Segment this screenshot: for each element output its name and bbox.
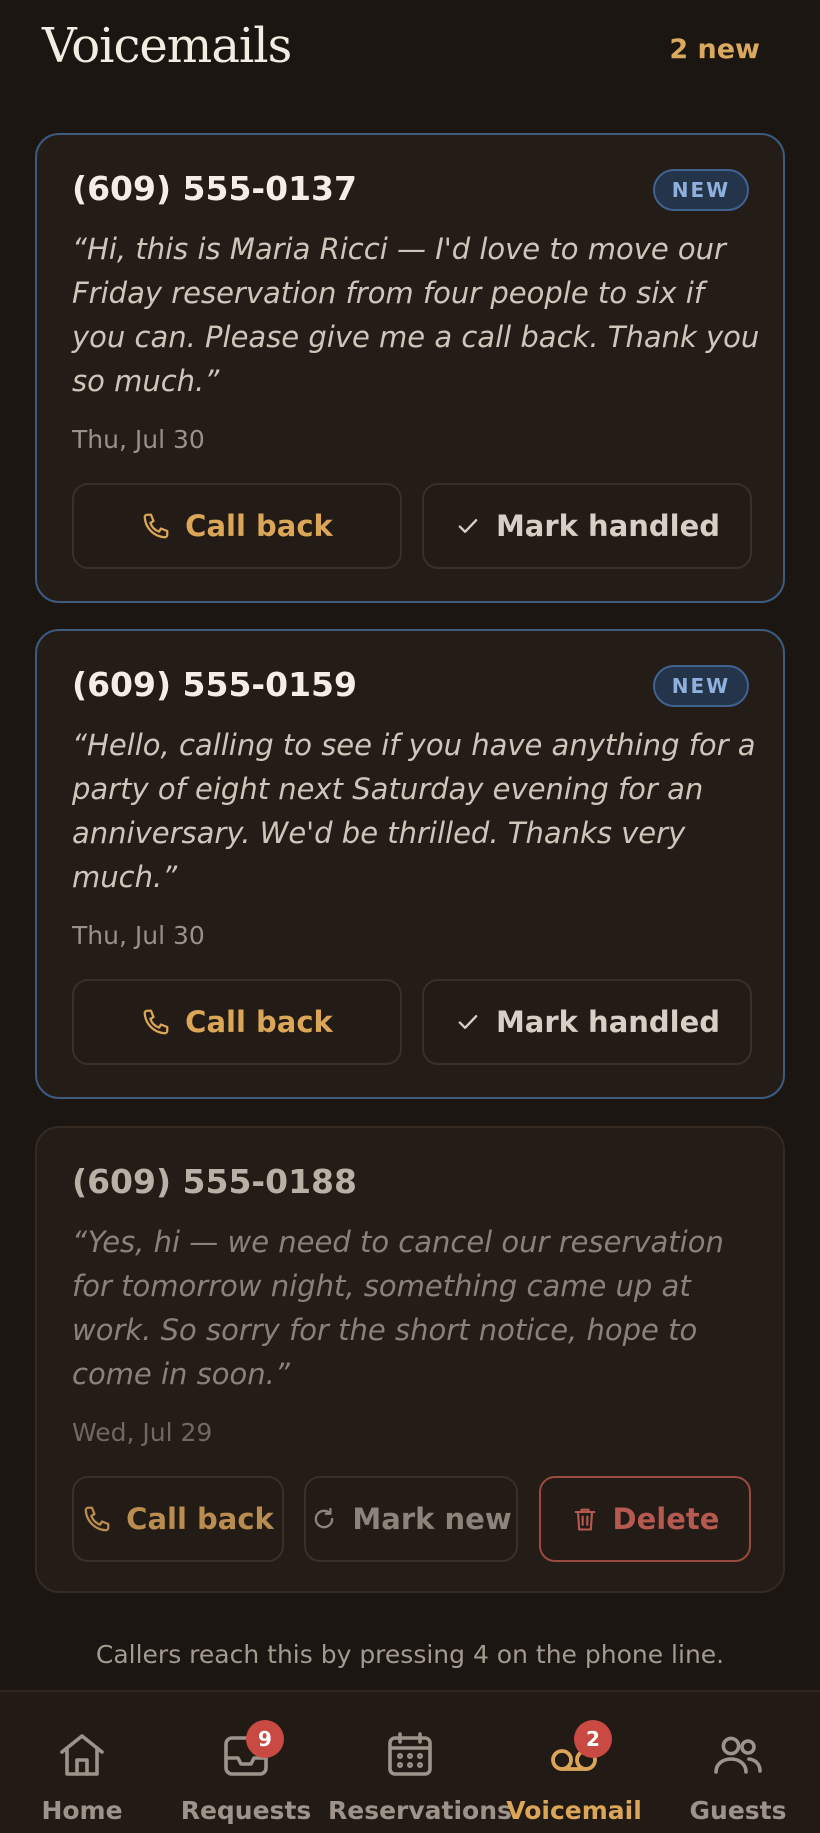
phone-icon bbox=[141, 1007, 171, 1037]
home-icon bbox=[56, 1730, 108, 1784]
check-icon bbox=[454, 512, 482, 540]
refresh-icon bbox=[310, 1505, 338, 1533]
phone-icon bbox=[141, 511, 171, 541]
voicemail-card: (609) 555-0137 NEW “Hi, this is Maria Ri… bbox=[35, 133, 785, 603]
transcript: “Hello, calling to see if you have anyth… bbox=[72, 728, 756, 894]
users-icon bbox=[712, 1730, 764, 1784]
tab-label: Home bbox=[41, 1796, 123, 1825]
new-badge: NEW bbox=[653, 665, 749, 707]
mark-handled-label: Mark handled bbox=[495, 509, 721, 543]
phone-icon bbox=[82, 1504, 112, 1534]
footer-note: Callers reach this by pressing 4 on the … bbox=[95, 1640, 725, 1669]
transcript: “Hi, this is Maria Ricci — I'd love to m… bbox=[72, 232, 760, 398]
call-back-button[interactable]: Call back bbox=[72, 1476, 284, 1562]
caller-phone: (609) 555-0137 bbox=[72, 169, 357, 208]
voicemail-card: (609) 555-0159 NEW “Hello, calling to se… bbox=[35, 629, 785, 1099]
voicemail-date: Wed, Jul 29 bbox=[72, 1418, 213, 1447]
tab-requests[interactable]: 9 Requests bbox=[164, 1692, 328, 1833]
check-icon bbox=[454, 1008, 482, 1036]
delete-label: Delete bbox=[612, 1502, 720, 1536]
bottom-tab-bar: Home 9 Requests Reservations 2 Voicemail… bbox=[0, 1690, 820, 1833]
new-badge: NEW bbox=[653, 169, 749, 211]
call-back-button[interactable]: Call back bbox=[72, 979, 402, 1065]
tab-label: Guests bbox=[689, 1796, 787, 1825]
tab-voicemail[interactable]: 2 Voicemail bbox=[492, 1692, 656, 1833]
tab-label: Reservations bbox=[328, 1796, 512, 1825]
delete-button[interactable]: Delete bbox=[539, 1476, 751, 1562]
transcript: “Yes, hi — we need to cancel our reserva… bbox=[72, 1225, 724, 1391]
tab-reservations[interactable]: Reservations bbox=[328, 1692, 512, 1833]
calendar-icon bbox=[384, 1730, 436, 1784]
trash-icon bbox=[571, 1504, 599, 1534]
call-back-label: Call back bbox=[185, 509, 333, 543]
mark-handled-button[interactable]: Mark handled bbox=[422, 979, 752, 1065]
call-back-label: Call back bbox=[185, 1005, 333, 1039]
tab-home[interactable]: Home bbox=[0, 1692, 164, 1833]
new-count: 2 new bbox=[669, 34, 760, 65]
page-title: Voicemails bbox=[42, 18, 292, 74]
voicemail-badge: 2 bbox=[574, 1720, 612, 1758]
tab-label: Voicemail bbox=[506, 1796, 642, 1825]
mark-new-button[interactable]: Mark new bbox=[304, 1476, 518, 1562]
requests-badge: 9 bbox=[246, 1720, 284, 1758]
mark-new-label: Mark new bbox=[352, 1502, 512, 1536]
voicemail-date: Thu, Jul 30 bbox=[72, 425, 205, 454]
voicemail-date: Thu, Jul 30 bbox=[72, 921, 205, 950]
call-back-label: Call back bbox=[126, 1502, 274, 1536]
call-back-button[interactable]: Call back bbox=[72, 483, 402, 569]
caller-phone: (609) 555-0159 bbox=[72, 665, 357, 704]
header: Voicemails 2 new bbox=[0, 0, 820, 110]
tab-label: Requests bbox=[180, 1796, 312, 1825]
mark-handled-label: Mark handled bbox=[495, 1005, 721, 1039]
caller-phone: (609) 555-0188 bbox=[72, 1162, 357, 1201]
tab-guests[interactable]: Guests bbox=[656, 1692, 820, 1833]
mark-handled-button[interactable]: Mark handled bbox=[422, 483, 752, 569]
voicemail-card: (609) 555-0188 “Yes, hi — we need to can… bbox=[35, 1126, 785, 1593]
